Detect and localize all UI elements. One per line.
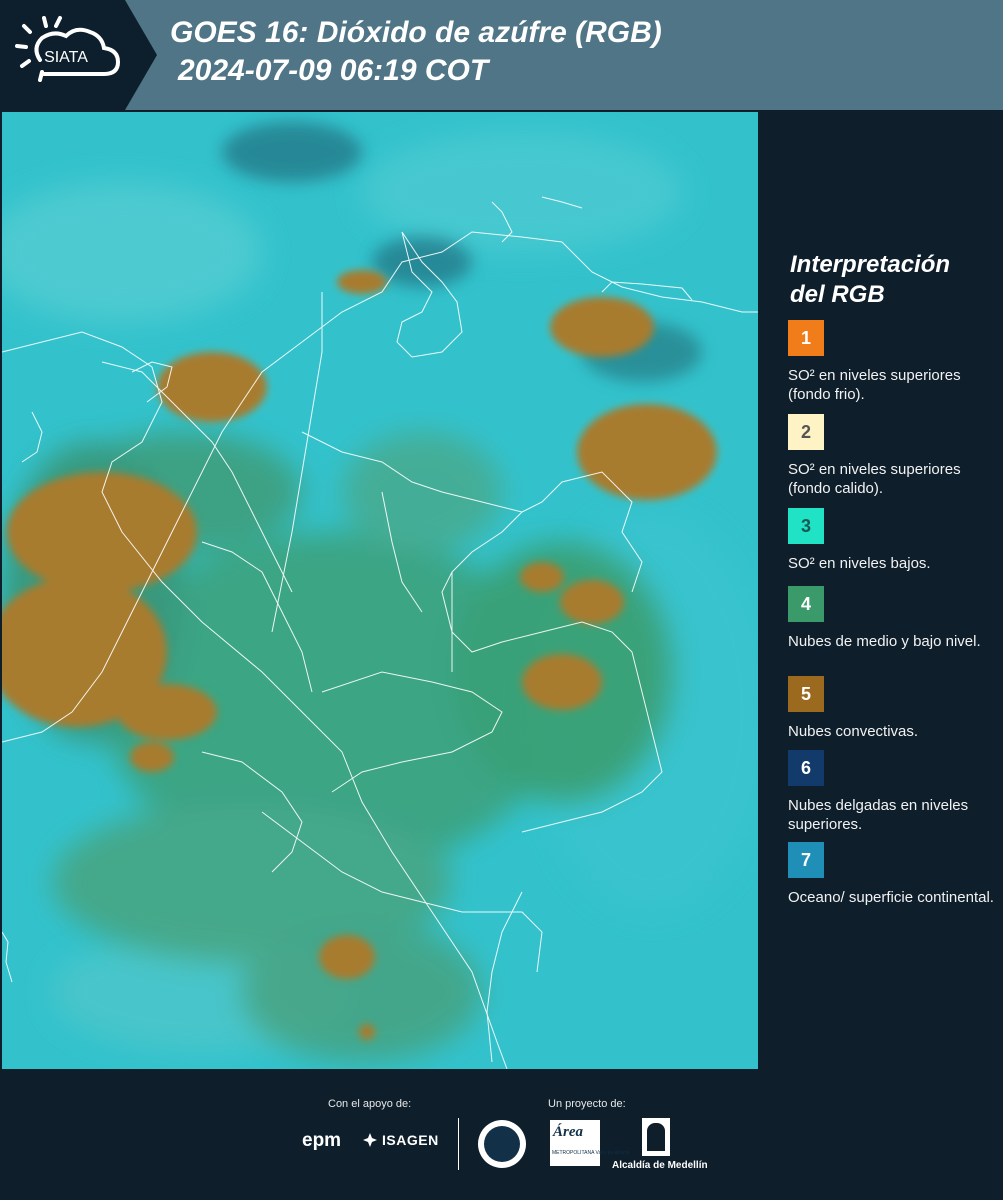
legend-label: SO² en niveles bajos. bbox=[788, 555, 931, 572]
support-label: Con el apoyo de: bbox=[328, 1098, 412, 1110]
legend-item-2: 2 SO² en niveles superiores (fondo calid… bbox=[788, 414, 998, 498]
legend-swatch: 3 bbox=[788, 508, 824, 544]
project-label: Un proyecto de: bbox=[548, 1098, 626, 1110]
area-sub: METROPOLITANA Valle de Aburrá bbox=[552, 1150, 630, 1156]
svg-text:SIATA: SIATA bbox=[44, 49, 88, 66]
epm-logo: epm bbox=[302, 1130, 342, 1151]
legend-swatch: 7 bbox=[788, 842, 824, 878]
legend-label: SO² en niveles superiores (fondo frio). bbox=[788, 367, 961, 403]
legend-title-line1: Interpretación bbox=[790, 251, 951, 278]
footer: Con el apoyo de: Un proyecto de: epm ISA… bbox=[0, 1070, 1003, 1200]
satellite-map bbox=[2, 112, 758, 1069]
legend-label: Oceano/ superficie continental. bbox=[788, 889, 994, 906]
legend-swatch: 2 bbox=[788, 414, 824, 450]
header-bar: SIATA GOES 16: Dióxido de azúfre (RGB) 2… bbox=[0, 0, 1003, 110]
legend-title: Interpretación del RGB bbox=[790, 250, 990, 310]
rgb-composite-image bbox=[2, 112, 758, 1069]
legend-item-4: 4 Nubes de medio y bajo nivel. bbox=[788, 586, 998, 651]
isagen-logo: ISAGEN bbox=[362, 1132, 439, 1148]
alcaldia-logo-text: Alcaldía de Medellín bbox=[612, 1160, 708, 1171]
legend-swatch: 1 bbox=[788, 320, 824, 356]
legend-label: Nubes de medio y bajo nivel. bbox=[788, 633, 981, 650]
legend-swatch: 5 bbox=[788, 676, 824, 712]
siata-logo: SIATA bbox=[0, 0, 157, 110]
legend-label: SO² en niveles superiores (fondo calido)… bbox=[788, 461, 961, 497]
legend-item-7: 7 Oceano/ superficie continental. bbox=[788, 842, 998, 907]
legend-label: Nubes delgadas en niveles superiores. bbox=[788, 797, 969, 833]
medellin-seal-logo bbox=[478, 1120, 526, 1168]
alcaldia-shield-icon bbox=[642, 1118, 670, 1156]
page-title: GOES 16: Dióxido de azúfre (RGB) bbox=[170, 16, 662, 49]
legend-item-6: 6 Nubes delgadas en niveles superiores. bbox=[788, 750, 998, 834]
legend-panel: Interpretación del RGB 1 SO² en niveles … bbox=[760, 112, 1003, 1069]
legend-swatch: 4 bbox=[788, 586, 824, 622]
area-metropolitana-logo: Área METROPOLITANA Valle de Aburrá bbox=[550, 1120, 629, 1166]
sun-cloud-icon: SIATA bbox=[15, 16, 121, 82]
isagen-text: ISAGEN bbox=[382, 1132, 439, 1148]
isagen-icon bbox=[363, 1133, 377, 1147]
legend-title-line2: del RGB bbox=[790, 281, 885, 308]
legend-item-3: 3 SO² en niveles bajos. bbox=[788, 508, 998, 573]
legend-swatch: 6 bbox=[788, 750, 824, 786]
footer-divider bbox=[458, 1118, 459, 1170]
legend-label: Nubes convectivas. bbox=[788, 723, 919, 740]
timestamp: 2024-07-09 06:19 COT bbox=[178, 54, 489, 87]
seal-inner bbox=[484, 1126, 520, 1162]
legend-item-5: 5 Nubes convectivas. bbox=[788, 676, 998, 741]
area-text: Área bbox=[553, 1124, 583, 1140]
legend-item-1: 1 SO² en niveles superiores (fondo frio)… bbox=[788, 320, 998, 404]
